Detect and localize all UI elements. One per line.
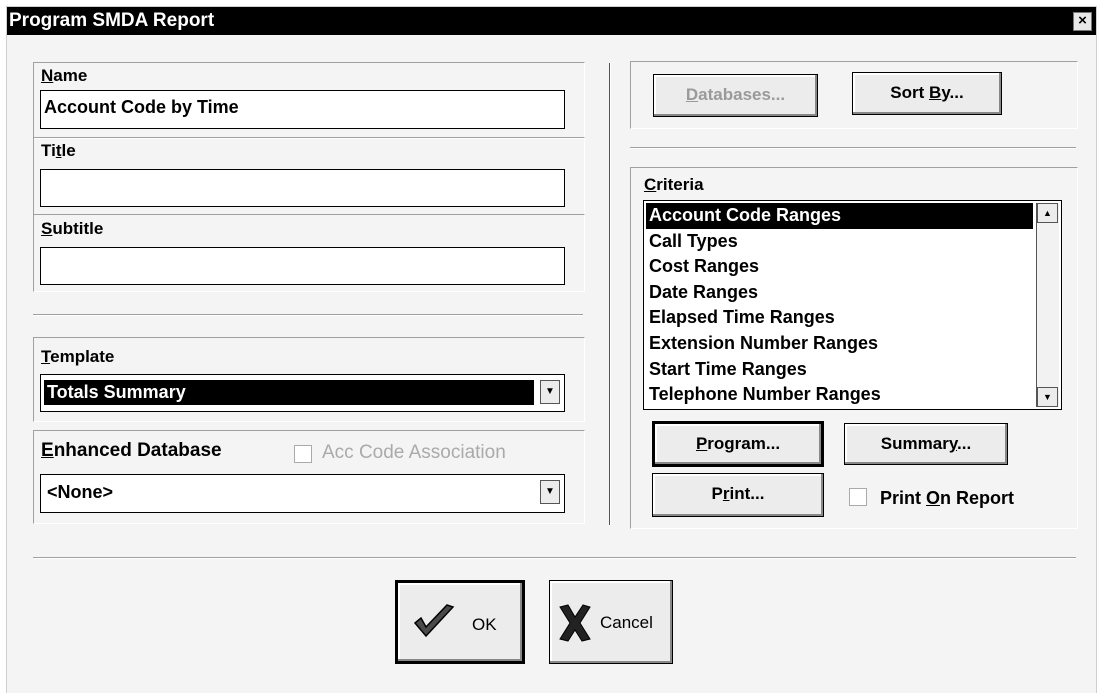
criteria-list-item[interactable]: Elapsed Time Ranges (646, 305, 1033, 331)
subtitle-field[interactable] (40, 247, 565, 285)
dialog-window: Program SMDA Report × Name Account Code … (6, 6, 1097, 693)
template-value: Totals Summary (44, 380, 534, 405)
criteria-list-item[interactable]: Date Ranges (646, 280, 1033, 306)
close-button[interactable]: × (1073, 12, 1092, 31)
dropdown-arrow-icon[interactable]: ▼ (540, 480, 560, 504)
x-icon (559, 604, 591, 642)
databases-button[interactable]: Databases... (653, 74, 818, 117)
cancel-label: Cancel (600, 613, 653, 632)
left-separator (33, 314, 583, 316)
ok-button[interactable]: OK (395, 580, 525, 664)
print-on-report-checkbox[interactable] (849, 488, 867, 506)
criteria-list-item[interactable]: Cost Ranges (646, 254, 1033, 280)
template-label: Template (41, 347, 115, 366)
criteria-list-item[interactable]: Extension Number Ranges (646, 331, 1033, 357)
acc-code-association-checkbox[interactable] (294, 445, 312, 463)
title-field[interactable] (40, 169, 565, 207)
subtitle-label: Subtitle (41, 219, 104, 238)
window-title: Program SMDA Report (9, 10, 215, 31)
acc-code-association-label: Acc Code Association (322, 442, 506, 463)
print-on-report-label: Print On Report (880, 488, 1015, 508)
criteria-list-item[interactable]: Start Time Ranges (646, 357, 1033, 383)
criteria-list[interactable]: Account Code Ranges Call Types Cost Ranges… (643, 200, 1062, 410)
cancel-button[interactable]: Cancel (549, 580, 673, 664)
program-button[interactable]: Program... (652, 421, 824, 467)
criteria-label: Criteria (644, 175, 704, 194)
criteria-list-item[interactable]: Call Types (646, 229, 1033, 255)
right-separator (630, 147, 1076, 149)
title-bar: Program SMDA Report × (7, 7, 1096, 35)
scroll-up-icon[interactable]: ▲ (1037, 203, 1058, 223)
vertical-separator (609, 63, 611, 525)
checkmark-icon (413, 604, 455, 638)
template-dropdown[interactable]: Totals Summary ▼ (40, 374, 565, 412)
criteria-list-item[interactable]: Telephone Number Ranges (646, 382, 1033, 408)
criteria-scrollbar[interactable]: ▲ ▼ (1036, 203, 1059, 407)
title-label: Title (41, 141, 76, 160)
sort-by-button[interactable]: Sort By... (852, 72, 1002, 115)
summary-button[interactable]: Summary... (844, 423, 1008, 465)
print-button[interactable]: Print... (652, 473, 824, 517)
enhanced-database-label: Enhanced Database (41, 440, 222, 461)
dropdown-arrow-icon[interactable]: ▼ (540, 380, 560, 404)
bottom-separator (33, 557, 1076, 559)
scroll-down-icon[interactable]: ▼ (1037, 387, 1058, 407)
ok-label: OK (472, 615, 497, 634)
name-field[interactable]: Account Code by Time (40, 90, 565, 129)
enhanced-database-value: <None> (47, 482, 114, 502)
criteria-list-item[interactable]: Account Code Ranges (646, 203, 1033, 229)
name-label: Name (41, 66, 88, 85)
close-icon: × (1078, 12, 1087, 29)
enhanced-database-dropdown[interactable]: <None> ▼ (40, 474, 565, 513)
